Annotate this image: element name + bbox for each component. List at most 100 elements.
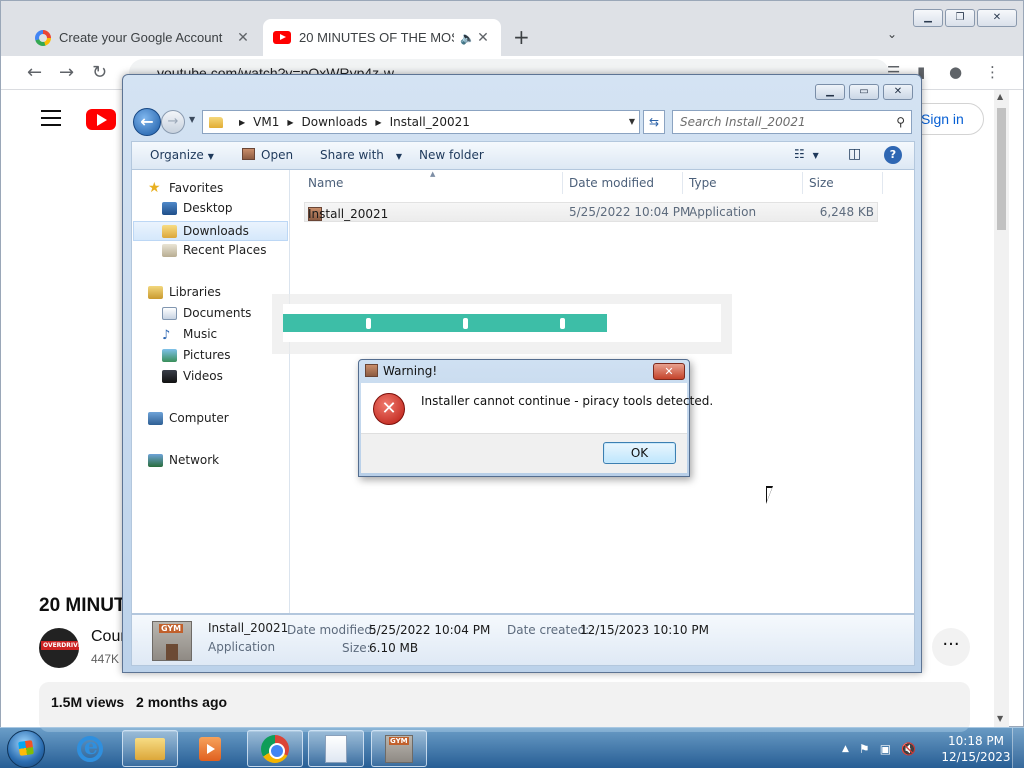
video-description[interactable]: 1.5M views 2 months ago <box>39 682 970 732</box>
volume-muted-icon[interactable]: 🔇 <box>901 742 916 756</box>
nav-videos[interactable]: Videos <box>162 369 223 383</box>
show-hidden-icons-icon[interactable]: ▲ <box>842 744 849 754</box>
nav-downloads[interactable]: Downloads <box>133 221 288 241</box>
view-options-icon[interactable]: ☷ ▼ <box>794 147 819 161</box>
nav-label: Videos <box>183 369 223 383</box>
nav-documents[interactable]: Documents <box>162 306 251 320</box>
action-center-flag-icon[interactable]: ⚑ <box>859 742 870 756</box>
chevron-right-icon[interactable]: ▶ <box>287 118 293 127</box>
nav-label: Pictures <box>183 348 231 362</box>
details-size: 6.10 MB <box>369 641 419 655</box>
network-status-icon[interactable]: ▣ <box>880 742 891 756</box>
nav-desktop[interactable]: Desktop <box>162 201 233 215</box>
new-folder-button[interactable]: New folder <box>419 148 484 162</box>
column-header-type[interactable]: Type <box>689 176 717 190</box>
close-window-button[interactable]: ✕ <box>977 9 1017 27</box>
scroll-down-arrow-icon[interactable]: ▼ <box>997 714 1003 723</box>
share-with-button[interactable]: Share with ▼ <box>320 148 402 162</box>
progress-segment-tick <box>366 318 371 329</box>
column-divider[interactable] <box>562 172 563 194</box>
chevron-right-icon[interactable]: ▶ <box>375 118 381 127</box>
restore-button[interactable]: ❐ <box>945 9 975 27</box>
open-button[interactable]: Open <box>242 148 293 162</box>
refresh-icon[interactable]: ⇆ <box>643 110 665 134</box>
progress-track <box>283 304 721 342</box>
chevron-right-icon[interactable]: ▶ <box>239 118 245 127</box>
taskbar-file-explorer[interactable] <box>122 730 178 767</box>
close-tab-icon[interactable]: ✕ <box>235 29 251 46</box>
nav-pictures[interactable]: Pictures <box>162 348 231 362</box>
breadcrumb-vm1[interactable]: VM1 <box>253 115 279 129</box>
error-icon: ✕ <box>373 393 405 425</box>
taskbar-installer[interactable] <box>371 730 427 767</box>
taskbar-internet-explorer[interactable] <box>62 730 118 767</box>
address-dropdown-icon[interactable]: ▼ <box>629 117 635 126</box>
forward-arrow-icon[interactable]: → <box>59 62 74 83</box>
menu-kebab-icon[interactable]: ⋮ <box>985 63 1000 81</box>
details-pane: Install_20021 Application Date modified:… <box>131 614 915 666</box>
open-app-icon <box>242 148 255 160</box>
taskbar-notepad[interactable] <box>308 730 364 767</box>
show-desktop-button[interactable] <box>1012 728 1024 768</box>
minimize-button[interactable]: ▁ <box>815 84 845 100</box>
breadcrumb-install[interactable]: Install_20021 <box>390 115 470 129</box>
ok-button[interactable]: OK <box>603 442 676 464</box>
breadcrumb-downloads[interactable]: Downloads <box>302 115 368 129</box>
file-row[interactable]: Install_20021 5/25/2022 10:04 PM Applica… <box>304 202 878 222</box>
column-header-name[interactable]: Name <box>308 176 343 190</box>
forward-arrow-icon[interactable]: → <box>161 110 185 134</box>
column-divider[interactable] <box>802 172 803 194</box>
chevron-down-icon: ▼ <box>395 152 403 161</box>
new-tab-button[interactable]: + <box>513 25 530 49</box>
column-header-date-modified[interactable]: Date modified <box>569 176 654 190</box>
recent-locations-dropdown-icon[interactable]: ▼ <box>189 115 195 124</box>
explorer-caption-buttons: ▁ ▭ ✕ <box>815 84 913 100</box>
nav-music[interactable]: ♪ Music <box>162 327 217 343</box>
close-button[interactable]: ✕ <box>883 84 913 100</box>
sort-ascending-icon: ▲ <box>430 170 436 178</box>
nav-favorites[interactable]: ★ Favorites <box>148 180 223 196</box>
taskbar-clock[interactable]: 10:18 PM 12/15/2023 <box>940 733 1012 765</box>
youtube-logo[interactable] <box>86 109 116 130</box>
documents-icon <box>162 306 177 320</box>
maximize-button[interactable]: ▭ <box>849 84 879 100</box>
profile-icon[interactable]: ● <box>949 63 962 81</box>
column-header-size[interactable]: Size <box>809 176 834 190</box>
tab-youtube-video[interactable]: 20 MINUTES OF THE MOST I 🔈 ✕ <box>263 19 501 56</box>
file-name: Install_20021 <box>308 207 389 221</box>
audio-playing-icon[interactable]: 🔈 <box>460 31 475 45</box>
column-divider[interactable] <box>682 172 683 194</box>
back-arrow-icon[interactable]: ← <box>27 62 42 83</box>
nav-computer[interactable]: Computer <box>148 411 229 425</box>
start-button[interactable] <box>7 730 45 768</box>
reload-icon[interactable]: ↻ <box>92 62 107 83</box>
channel-name[interactable]: Cour <box>91 628 126 646</box>
dialog-close-button[interactable]: ✕ <box>653 363 685 380</box>
nav-network[interactable]: Network <box>148 453 219 467</box>
channel-avatar[interactable] <box>39 628 79 668</box>
nav-libraries[interactable]: Libraries <box>148 285 221 299</box>
installer-app-icon <box>385 734 413 763</box>
explorer-address-bar[interactable]: ▶ VM1 ▶ Downloads ▶ Install_20021 ▼ <box>202 110 640 134</box>
minimize-button[interactable]: ▁ <box>913 9 943 27</box>
help-icon[interactable]: ? <box>884 146 902 164</box>
taskbar-chrome[interactable] <box>247 730 303 767</box>
nav-recent-places[interactable]: Recent Places <box>162 243 266 257</box>
scroll-up-arrow-icon[interactable]: ▲ <box>997 92 1003 101</box>
preview-pane-icon[interactable]: ◫ <box>848 146 861 162</box>
organize-button[interactable]: Organize ▼ <box>150 148 214 162</box>
taskbar-media-player[interactable] <box>182 730 238 767</box>
scrollbar-thumb[interactable] <box>997 108 1006 230</box>
page-scrollbar[interactable]: ▲ ▼ <box>994 90 1009 727</box>
more-actions-button[interactable]: ··· <box>932 628 970 666</box>
column-divider[interactable] <box>882 172 883 194</box>
close-tab-icon[interactable]: ✕ <box>475 29 491 46</box>
tab-google-account[interactable]: Create your Google Account ✕ <box>25 19 261 56</box>
hamburger-menu-icon[interactable] <box>41 110 61 131</box>
google-icon <box>35 29 51 46</box>
video-title: 20 MINUT <box>39 595 126 616</box>
explorer-search-input[interactable]: Search Install_20021 ⚲ <box>672 110 912 134</box>
tab-search-icon[interactable]: ⌄ <box>887 27 897 41</box>
search-icon[interactable]: ⚲ <box>896 111 905 133</box>
back-arrow-icon[interactable]: ← <box>133 108 161 136</box>
